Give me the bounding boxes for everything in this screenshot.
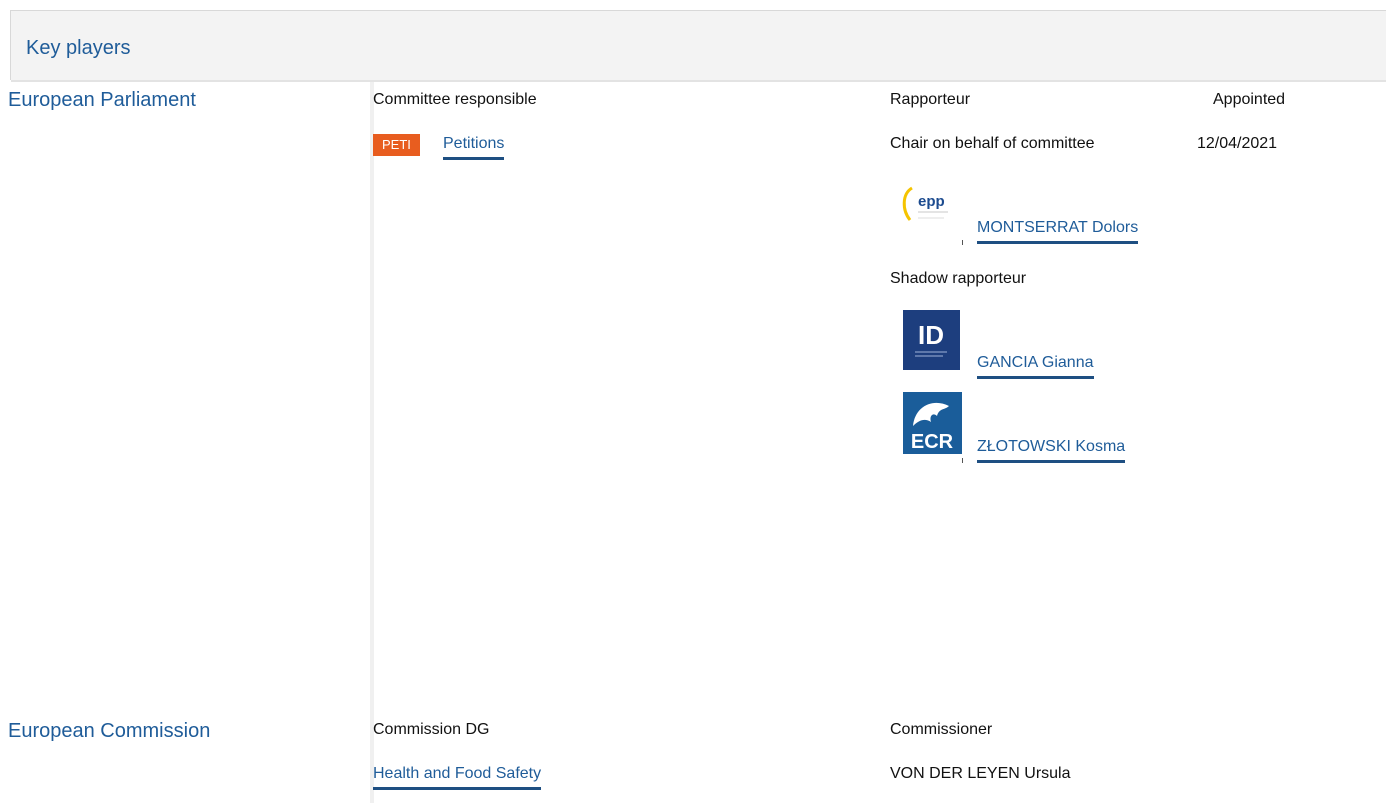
committee-tag-peti: PETI (373, 134, 420, 156)
epp-logo-text: epp (918, 193, 945, 210)
rapporteur-link-montserrat[interactable]: MONTSERRAT Dolors (977, 219, 1139, 244)
rapporteur-label: Rapporteur (890, 91, 971, 108)
appointed-label: Appointed (1213, 91, 1286, 108)
epp-logo-icon: epp (902, 186, 948, 221)
shadow-link-zlotowski[interactable]: ZŁOTOWSKI Kosma (977, 438, 1126, 463)
institution-european-parliament[interactable]: European Parliament (8, 89, 196, 112)
commissioner-label: Commissioner (890, 721, 993, 738)
appointed-date: 12/04/2021 (1197, 135, 1278, 152)
ecr-logo-text: ECR (911, 431, 954, 453)
logo-tick (962, 458, 963, 463)
id-logo-icon: ID (903, 310, 960, 370)
commission-dg-label: Commission DG (373, 721, 490, 738)
logo-tick (962, 240, 963, 245)
shadow-rapporteur-label: Shadow rapporteur (890, 270, 1027, 287)
id-logo-text: ID (918, 320, 944, 350)
column-divider (370, 82, 374, 803)
dg-link-health-food-safety[interactable]: Health and Food Safety (373, 765, 542, 790)
institution-european-commission[interactable]: European Commission (8, 720, 210, 743)
key-players-panel: Key players European Parliament Committe… (0, 0, 1386, 803)
committee-responsible-label: Committee responsible (373, 91, 537, 108)
committee-link-petitions[interactable]: Petitions (443, 135, 505, 160)
section-header (11, 11, 1386, 82)
chair-on-behalf-label: Chair on behalf of committee (890, 135, 1095, 152)
commissioner-name: VON DER LEYEN Ursula (890, 765, 1071, 782)
ecr-logo-icon: ECR (903, 392, 962, 454)
shadow-link-gancia[interactable]: GANCIA Gianna (977, 354, 1094, 379)
section-title: Key players (26, 37, 131, 59)
